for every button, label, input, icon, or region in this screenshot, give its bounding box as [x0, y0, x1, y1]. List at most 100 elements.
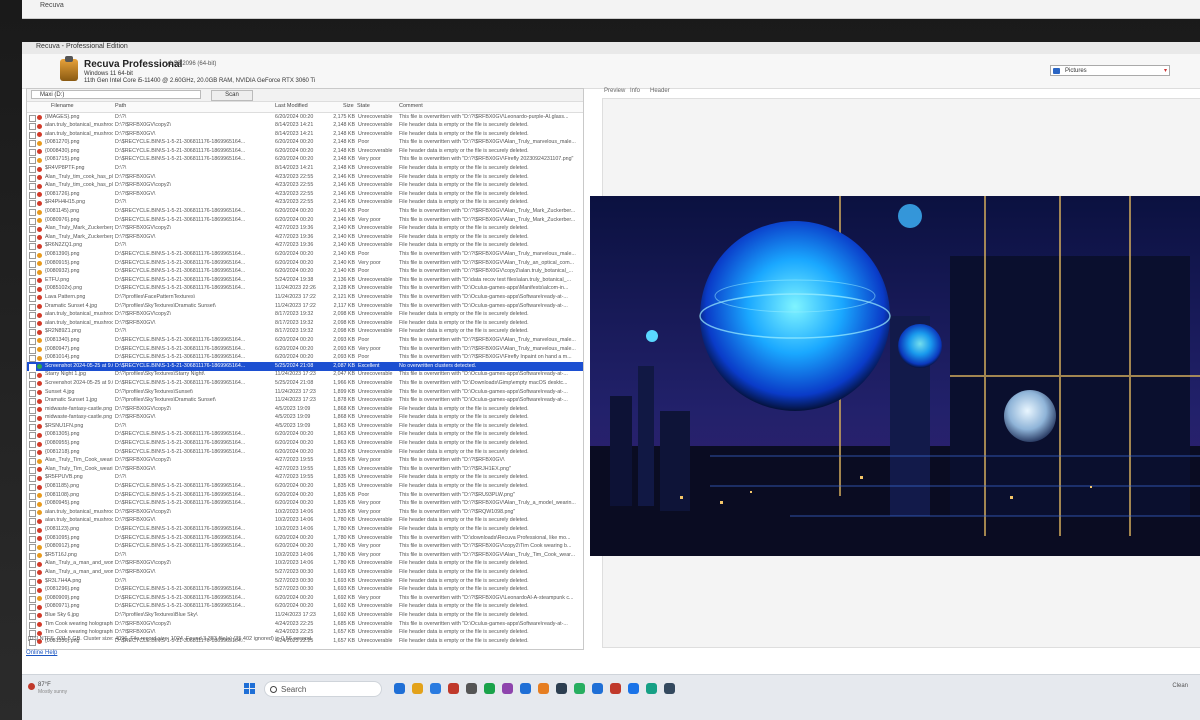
row-checkbox[interactable]	[29, 114, 36, 122]
table-row[interactable]: Dramatic Sunset 4.jpg D:\?\profiles\SkyTe…	[27, 302, 583, 311]
table-row[interactable]: {0080947}.png D:\$RECYCLE.BIN\S-1-5-21-30…	[27, 345, 583, 354]
start-button[interactable]	[244, 683, 256, 695]
mail-icon[interactable]	[520, 683, 531, 694]
row-checkbox[interactable]	[29, 475, 36, 483]
weather-icon[interactable]	[28, 683, 35, 690]
row-checkbox[interactable]	[29, 458, 36, 466]
task-view-icon[interactable]	[394, 683, 405, 694]
row-checkbox[interactable]	[29, 449, 36, 457]
row-checkbox[interactable]	[29, 423, 36, 431]
table-row[interactable]: midwaste-fantasy-castle.png D:\?\$RFBX0GV…	[27, 414, 583, 423]
row-checkbox[interactable]	[29, 243, 36, 251]
row-checkbox[interactable]	[29, 501, 36, 509]
drive-select[interactable]: Maxi (D:)	[31, 90, 201, 99]
chrome-icon[interactable]	[448, 683, 459, 694]
row-checkbox[interactable]	[29, 294, 36, 302]
row-checkbox[interactable]	[29, 380, 36, 388]
row-checkbox[interactable]	[29, 569, 36, 577]
notepad-icon[interactable]	[664, 683, 675, 694]
row-checkbox[interactable]	[29, 612, 36, 620]
row-checkbox[interactable]	[29, 363, 36, 371]
table-row[interactable]: Alan_Truly_Tim_Cook_wearing_id...D:\?\$R…	[27, 465, 583, 474]
terminal-icon[interactable]	[556, 683, 567, 694]
table-row[interactable]: {0080912}.png D:\$RECYCLE.BIN\S-1-5-21-30…	[27, 543, 583, 552]
online-help-link[interactable]: Online Help	[26, 650, 57, 656]
row-checkbox[interactable]	[29, 406, 36, 414]
table-row[interactable]: Alan_Truly_a_man_and_woman...D:\?\$RFBX0…	[27, 560, 583, 569]
table-row[interactable]: Alan_Truly_Mark_Zuckerberg_w...D:\?\$RFB…	[27, 233, 583, 242]
row-checkbox[interactable]	[29, 174, 36, 182]
table-row[interactable]: $R5FPUVB.png D:\?\ 4/27/2023 19:55 1,835 KB…	[27, 474, 583, 483]
row-checkbox[interactable]	[29, 389, 36, 397]
table-row[interactable]: alan.truly_botanical_mushroom...D:\?\$RF…	[27, 319, 583, 328]
row-checkbox[interactable]	[29, 578, 36, 586]
column-filename[interactable]: Filename	[51, 103, 74, 109]
table-row[interactable]: {0081185}.png D:\$RECYCLE.BIN\S-1-5-21-30…	[27, 483, 583, 492]
photos-icon[interactable]	[538, 683, 549, 694]
row-checkbox[interactable]	[29, 277, 36, 285]
row-checkbox[interactable]	[29, 123, 36, 131]
table-row[interactable]: {0080909}.png D:\$RECYCLE.BIN\S-1-5-21-30…	[27, 594, 583, 603]
store-icon[interactable]	[502, 683, 513, 694]
row-checkbox[interactable]	[29, 234, 36, 242]
row-checkbox[interactable]	[29, 286, 36, 294]
table-row[interactable]: Alan_Truly_Tim_Cook_wearing_id...D:\?\$R…	[27, 457, 583, 466]
table-row[interactable]: {0081014}.png D:\$RECYCLE.BIN\S-1-5-21-30…	[27, 354, 583, 363]
column-path[interactable]: Path	[115, 103, 126, 109]
column-comment[interactable]: Comment	[399, 103, 423, 109]
row-checkbox[interactable]	[29, 587, 36, 595]
row-checkbox[interactable]	[29, 604, 36, 612]
table-row[interactable]: {0081095}.png D:\$RECYCLE.BIN\S-1-5-21-30…	[27, 534, 583, 543]
row-checkbox[interactable]	[29, 191, 36, 199]
table-row[interactable]: {0081296}.png D:\$RECYCLE.BIN\S-1-5-21-30…	[27, 586, 583, 595]
table-row[interactable]: Alan_Truly_Mark_Zuckerberg_w...D:\?\$RFB…	[27, 225, 583, 234]
row-checkbox[interactable]	[29, 518, 36, 526]
row-checkbox[interactable]	[29, 131, 36, 139]
row-checkbox[interactable]	[29, 552, 36, 560]
table-row[interactable]: alan.truly_botanical_mushroom...D:\?\$RF…	[27, 122, 583, 131]
table-row[interactable]: alan.truly_botanical_mushroom...D:\?\$RF…	[27, 517, 583, 526]
table-row[interactable]: {0008430}.png D:\$RECYCLE.BIN\S-1-5-21-30…	[27, 147, 583, 156]
table-row[interactable]: $RSNU1FN.png D:\?\ 4/5/2023 19:09 1,863 KB U…	[27, 422, 583, 431]
word-icon[interactable]	[592, 683, 603, 694]
row-checkbox[interactable]	[29, 329, 36, 337]
row-checkbox[interactable]	[29, 337, 36, 345]
row-checkbox[interactable]	[29, 466, 36, 474]
table-row[interactable]: {0085102x}.png D:\$RECYCLE.BIN\S-1-5-21-3…	[27, 285, 583, 294]
row-checkbox[interactable]	[29, 372, 36, 380]
table-row[interactable]: {IMAGES}.png D:\?\ 6/20/2024 00:20 2,175 KB…	[27, 113, 583, 122]
row-checkbox[interactable]	[29, 312, 36, 320]
table-row[interactable]: Lava Pattern.png D:\?\profiles\FacePatter…	[27, 293, 583, 302]
table-row[interactable]: {0081340}.png D:\$RECYCLE.BIN\S-1-5-21-30…	[27, 336, 583, 345]
table-row[interactable]: Screenshot 2024-05-25 at 9.04.2...D:\$RE…	[27, 379, 583, 388]
table-row[interactable]: ETFU.png D:\$RECYCLE.BIN\S-1-5-21-3068111…	[27, 276, 583, 285]
row-checkbox[interactable]	[29, 140, 36, 148]
table-row[interactable]: alan.truly_botanical_mushroom...D:\?\$RF…	[27, 311, 583, 320]
table-row[interactable]: $R4VP8PTF.png D:\?\ 8/14/2023 14:21 2,148 K…	[27, 165, 583, 174]
table-row[interactable]: {0081390}.png D:\$RECYCLE.BIN\S-1-5-21-30…	[27, 251, 583, 260]
row-checkbox[interactable]	[29, 527, 36, 534]
table-row[interactable]: {0080971}.png D:\$RECYCLE.BIN\S-1-5-21-30…	[27, 603, 583, 612]
row-checkbox[interactable]	[29, 561, 36, 569]
table-row[interactable]: Starry Night 1.jpg D:\?\profiles\SkyTextu…	[27, 371, 583, 380]
table-row[interactable]: Sunset 4.jpg D:\?\profiles\SkyTextures\Su…	[27, 388, 583, 397]
row-checkbox[interactable]	[29, 346, 36, 354]
table-row[interactable]: Dramatic Sunset 1.jpg D:\?\profiles\SkyTe…	[27, 397, 583, 406]
row-checkbox[interactable]	[29, 260, 36, 268]
row-checkbox[interactable]	[29, 183, 36, 191]
table-row[interactable]: {0081305}.png D:\$RECYCLE.BIN\S-1-5-21-30…	[27, 431, 583, 440]
row-checkbox[interactable]	[29, 432, 36, 440]
scan-button[interactable]: Scan	[211, 90, 253, 101]
tab-info[interactable]: Info	[630, 88, 640, 94]
edge-icon[interactable]	[430, 683, 441, 694]
row-checkbox[interactable]	[29, 415, 36, 423]
table-row[interactable]: Alan_Truly_a_man_and_woman...D:\?\$RFBX0…	[27, 568, 583, 577]
whatsapp-icon[interactable]	[646, 683, 657, 694]
table-row[interactable]: midwaste-fantasy-castle.png D:\?\$RFBX0GV…	[27, 405, 583, 414]
table-row[interactable]: Alan_Truly_tim_cook_has_plen...D:\?\$RFB…	[27, 173, 583, 182]
table-row[interactable]: {0080955}.png D:\$RECYCLE.BIN\S-1-5-21-30…	[27, 440, 583, 449]
row-checkbox[interactable]	[29, 535, 36, 543]
row-checkbox[interactable]	[29, 303, 36, 311]
row-checkbox[interactable]	[29, 166, 36, 174]
table-row[interactable]: {0081145}.png D:\$RECYCLE.BIN\S-1-5-21-30…	[27, 208, 583, 217]
